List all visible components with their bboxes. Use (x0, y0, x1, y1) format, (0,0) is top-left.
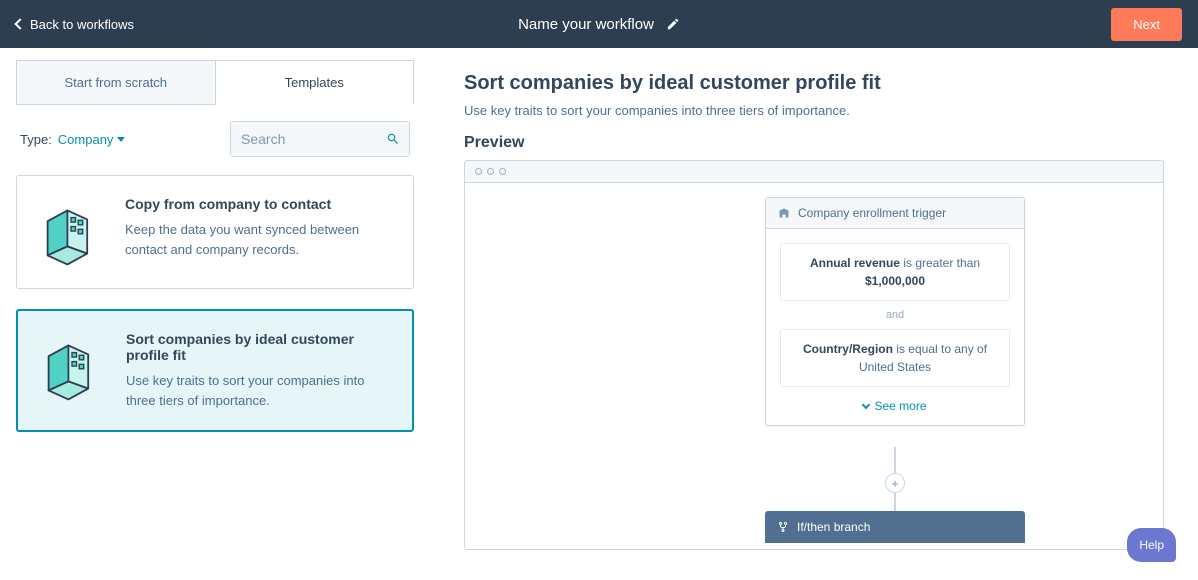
template-card[interactable]: Sort companies by ideal customer profile… (16, 309, 414, 432)
search-wrap (230, 121, 410, 157)
detail-panel: Sort companies by ideal customer profile… (430, 48, 1198, 580)
buildings-icon (36, 331, 108, 403)
branch-label: If/then branch (797, 520, 870, 534)
caret-down-icon (117, 137, 125, 142)
chevron-left-icon (14, 18, 25, 29)
preview-frame: Company enrollment trigger Annual revenu… (464, 160, 1164, 550)
and-label: and (780, 309, 1010, 321)
back-label: Back to workflows (30, 17, 134, 32)
workflow-title[interactable]: Name your workflow (518, 16, 680, 33)
back-to-workflows-link[interactable]: Back to workflows (16, 17, 134, 32)
template-card[interactable]: Copy from company to contact Keep the da… (16, 175, 414, 289)
trigger-card[interactable]: Company enrollment trigger Annual revenu… (765, 197, 1025, 426)
edit-icon (666, 17, 680, 31)
type-dropdown[interactable]: Company (58, 132, 126, 147)
window-bar (465, 161, 1163, 183)
cond-mid: is greater than (900, 256, 980, 270)
branch-card[interactable]: If/then branch (765, 511, 1025, 543)
preview-label: Preview (464, 134, 1164, 152)
detail-title: Sort companies by ideal customer profile… (464, 72, 1164, 95)
buildings-icon (35, 196, 107, 268)
type-label: Type: (20, 132, 52, 147)
see-more-label: See more (874, 399, 926, 413)
search-icon (386, 132, 400, 146)
type-value: Company (58, 132, 114, 147)
filter-row: Type: Company (0, 105, 430, 165)
help-button[interactable]: Help (1127, 528, 1176, 562)
detail-subtitle: Use key traits to sort your companies in… (464, 103, 1164, 118)
window-dot-icon (487, 168, 494, 175)
template-list: Copy from company to contact Keep the da… (0, 165, 430, 580)
top-bar: Back to workflows Name your workflow Nex… (0, 0, 1198, 48)
template-title: Sort companies by ideal customer profile… (126, 331, 394, 363)
building-icon (778, 207, 790, 219)
trigger-label: Company enrollment trigger (798, 206, 946, 220)
template-desc: Keep the data you want synced between co… (125, 220, 395, 259)
cond-val: United States (859, 360, 931, 374)
template-title: Copy from company to contact (125, 196, 395, 212)
tabs: Start from scratch Templates (16, 60, 414, 105)
window-dot-icon (475, 168, 482, 175)
cond-mid: is equal to any of (893, 342, 987, 356)
workflow-canvas[interactable]: Company enrollment trigger Annual revenu… (465, 183, 1163, 549)
chevron-down-icon (862, 400, 870, 408)
left-panel: Start from scratch Templates Type: Compa… (0, 48, 430, 580)
branch-icon (777, 521, 789, 533)
see-more-link[interactable]: See more (780, 395, 1010, 415)
window-dot-icon (499, 168, 506, 175)
add-action-button[interactable]: + (885, 473, 905, 493)
condition-box: Country/Region is equal to any of United… (780, 329, 1010, 387)
cond-prop: Country/Region (803, 342, 893, 356)
template-desc: Use key traits to sort your companies in… (126, 371, 394, 410)
cond-prop: Annual revenue (810, 256, 900, 270)
trigger-body: Annual revenue is greater than $1,000,00… (766, 229, 1024, 425)
tab-templates[interactable]: Templates (215, 60, 415, 105)
next-button[interactable]: Next (1111, 8, 1182, 41)
workflow-title-text: Name your workflow (518, 16, 654, 33)
search-input[interactable] (230, 121, 410, 157)
tab-start-from-scratch[interactable]: Start from scratch (16, 60, 215, 105)
cond-val: $1,000,000 (865, 274, 925, 288)
condition-box: Annual revenue is greater than $1,000,00… (780, 243, 1010, 301)
trigger-header: Company enrollment trigger (766, 198, 1024, 229)
